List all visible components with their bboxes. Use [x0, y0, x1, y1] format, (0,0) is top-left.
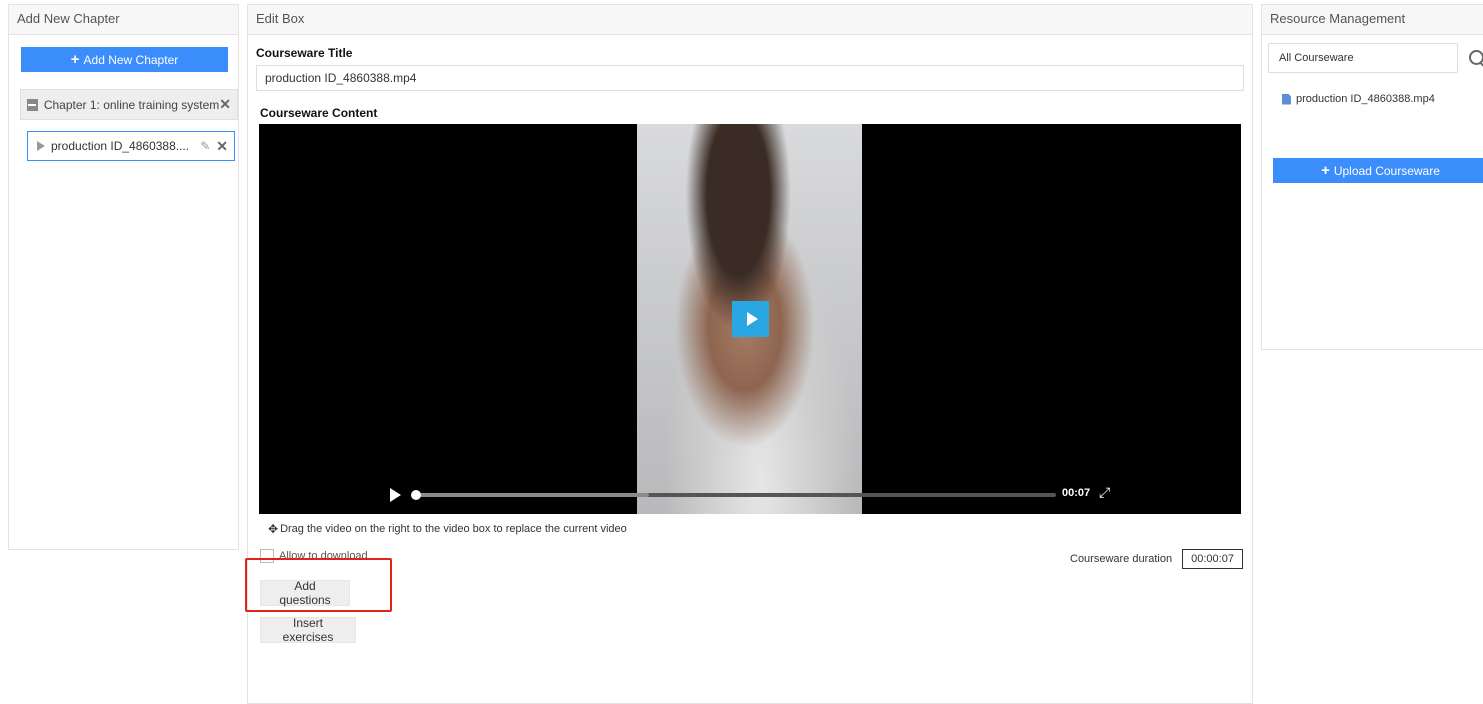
edit-icon[interactable]: ✎	[200, 139, 210, 153]
progress-handle[interactable]	[411, 490, 421, 500]
add-new-chapter-label: Add New Chapter	[83, 52, 179, 67]
add-new-chapter-button[interactable]: + Add New Chapter	[21, 47, 228, 72]
duration-row: Courseware duration 00:00:07	[1070, 549, 1243, 569]
chapter-panel: Add New Chapter + Add New Chapter Chapte…	[8, 4, 239, 550]
lesson-item[interactable]: production ID_4860388.... ✎ ✕	[27, 131, 235, 161]
delete-lesson-icon[interactable]: ✕	[216, 138, 228, 155]
courseware-title-input[interactable]: production ID_4860388.mp4	[256, 65, 1244, 91]
courseware-content-label: Courseware Content	[260, 106, 378, 120]
lesson-label: production ID_4860388....	[51, 139, 190, 153]
collapse-icon[interactable]	[27, 98, 38, 111]
big-play-button[interactable]	[732, 301, 769, 337]
upload-courseware-button[interactable]: + Upload Courseware	[1273, 158, 1483, 183]
insert-exercises-button[interactable]: Insert exercises	[260, 616, 356, 644]
progress-track[interactable]	[411, 490, 1056, 500]
highlight-box	[245, 558, 392, 612]
plus-icon: +	[70, 51, 80, 68]
search-icon[interactable]	[1469, 50, 1483, 68]
play-triangle-icon	[37, 141, 45, 151]
video-time: 00:07	[1062, 487, 1091, 499]
courseware-title-value: production ID_4860388.mp4	[265, 71, 417, 85]
resource-file-name: production ID_4860388.mp4	[1296, 93, 1435, 105]
chapter-panel-title: Add New Chapter	[9, 5, 238, 35]
edit-box-panel: Edit Box Courseware Title production ID_…	[247, 4, 1253, 704]
courseware-filter-value: All Courseware	[1279, 52, 1354, 64]
plus-icon: +	[1321, 162, 1330, 179]
chapter-item[interactable]: Chapter 1: online training system ✕	[20, 89, 238, 120]
video-player[interactable]: 00:07 ⤢	[259, 124, 1241, 514]
duration-label: Courseware duration	[1070, 553, 1173, 565]
drag-hint-text: Drag the video on the right to the video…	[280, 523, 627, 535]
control-play-icon[interactable]	[390, 488, 401, 502]
drag-hint: ✥ Drag the video on the right to the vid…	[268, 522, 627, 536]
upload-courseware-label: Upload Courseware	[1333, 163, 1440, 178]
courseware-filter-input[interactable]: All Courseware	[1268, 43, 1458, 73]
resource-file-item[interactable]: production ID_4860388.mp4	[1282, 93, 1435, 105]
play-icon	[746, 312, 758, 326]
progress-buffer	[413, 493, 649, 497]
file-icon	[1282, 93, 1291, 105]
chapter-label: Chapter 1: online training system	[43, 97, 220, 112]
duration-value[interactable]: 00:00:07	[1182, 549, 1243, 569]
edit-box-title: Edit Box	[248, 5, 1252, 35]
resource-panel-title: Resource Management	[1262, 5, 1483, 35]
courseware-title-label: Courseware Title	[256, 46, 353, 60]
resource-panel: Resource Management All Courseware produ…	[1261, 4, 1483, 350]
delete-chapter-icon[interactable]: ✕	[219, 96, 231, 113]
move-icon: ✥	[268, 522, 279, 536]
fullscreen-icon[interactable]: ⤢	[1099, 484, 1110, 501]
